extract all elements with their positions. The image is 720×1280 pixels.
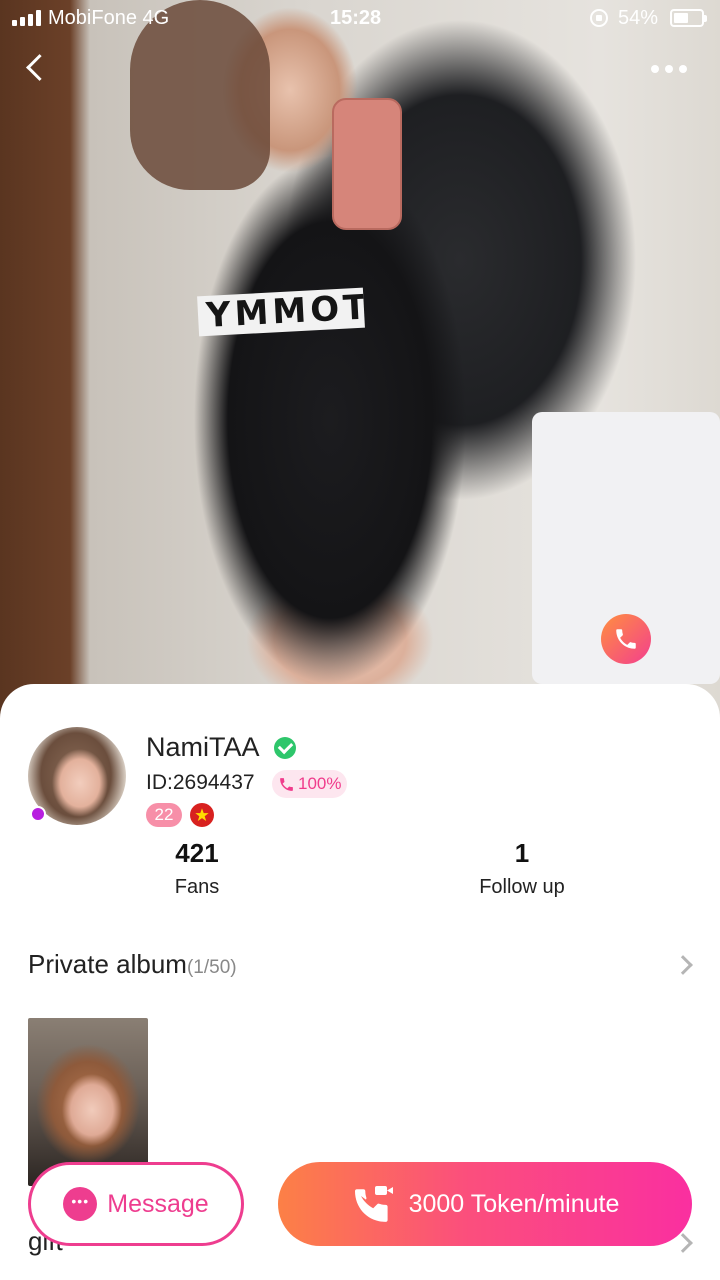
online-status-dot [30, 806, 46, 822]
private-album-header[interactable]: Private album(1/50) [28, 949, 237, 980]
rotation-lock-icon [590, 9, 608, 27]
video-call-icon [354, 1186, 393, 1222]
photo-shirt-text: YMMOT [197, 287, 365, 337]
more-options-button[interactable] [644, 56, 694, 82]
back-button[interactable] [20, 52, 54, 86]
phone-icon [280, 777, 293, 791]
video-call-token-button[interactable]: 3000 Token/minute [278, 1162, 692, 1246]
phone-icon [616, 629, 636, 649]
fans-count: 421 [175, 838, 219, 868]
message-button[interactable]: Message [28, 1162, 244, 1246]
profile-name: NamiTAA [146, 732, 260, 762]
following-label: Follow up [479, 876, 565, 898]
user-id: ID:2694437 [146, 771, 255, 794]
age-badge: 22 [146, 803, 182, 827]
verified-icon [274, 737, 296, 759]
album-photo[interactable] [28, 1018, 148, 1186]
message-label: Message [107, 1189, 209, 1218]
status-time: 15:28 [330, 7, 382, 29]
album-title: Private album [28, 949, 187, 979]
battery-fill [674, 13, 688, 23]
call-price-label: 3000 Token/minute [408, 1189, 620, 1218]
chat-bubble-icon [63, 1187, 98, 1221]
following-count: 1 [514, 838, 530, 868]
signal-icon [12, 10, 41, 26]
status-bar: MobiFone 4G 15:28 54% [0, 0, 720, 38]
video-preview-card[interactable] [532, 412, 720, 684]
vietnam-flag-icon [190, 803, 214, 827]
fans-label: Fans [174, 876, 220, 898]
battery-icon [670, 9, 707, 27]
carrier-label: MobiFone 4G [48, 7, 170, 29]
battery-percent: 54% [618, 7, 659, 29]
answer-rate-value: 100% [298, 774, 342, 793]
photo-phone [332, 98, 402, 230]
video-call-button[interactable] [601, 614, 651, 664]
answer-rate-badge: 100% [272, 770, 348, 798]
album-count: (1/50) [186, 957, 237, 978]
